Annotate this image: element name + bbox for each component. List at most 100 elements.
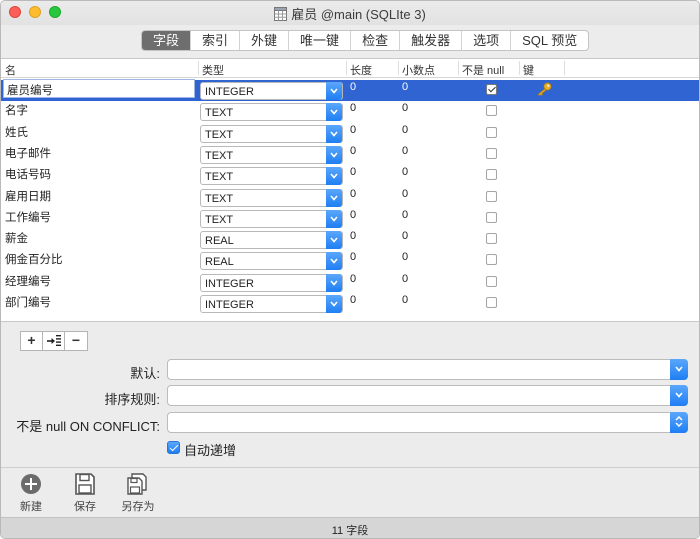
table-row[interactable]: 部门编号 INTEGER 0 0 (1, 293, 699, 314)
remove-field-button[interactable]: − (65, 332, 87, 350)
tab-options[interactable]: 选项 (462, 31, 512, 50)
column-header-key[interactable]: 键 (523, 62, 534, 78)
field-type-combobox[interactable]: TEXT (200, 209, 343, 228)
on-conflict-popup-button[interactable] (670, 412, 688, 433)
not-null-checkbox[interactable] (486, 233, 497, 245)
collation-combobox[interactable] (167, 385, 688, 406)
not-null-checkbox[interactable] (486, 254, 497, 266)
table-row[interactable]: 雇员编号 INTEGER 0 0 (1, 79, 699, 101)
collation-dropdown-button[interactable] (670, 385, 688, 406)
not-null-checkbox[interactable] (486, 190, 497, 202)
field-name[interactable]: 薪金 (5, 230, 28, 246)
field-decimals[interactable]: 0 (402, 102, 408, 114)
field-name[interactable]: 经理编号 (5, 273, 51, 289)
tab-sql-preview[interactable]: SQL 预览 (511, 31, 588, 50)
field-name[interactable]: 名字 (5, 102, 28, 118)
field-type-dropdown-button[interactable] (326, 252, 342, 271)
default-combobox[interactable] (167, 359, 688, 380)
column-divider[interactable] (458, 61, 459, 75)
table-row[interactable]: 姓氏 TEXT 0 0 (1, 123, 699, 144)
field-type-dropdown-button[interactable] (326, 209, 342, 228)
field-name[interactable]: 姓氏 (5, 124, 28, 140)
field-decimals[interactable]: 0 (402, 294, 408, 306)
save-button[interactable]: 保存 (67, 473, 103, 514)
save-as-button[interactable]: 另存为 (118, 473, 158, 514)
column-divider[interactable] (198, 61, 199, 75)
column-header-length[interactable]: 长度 (350, 62, 372, 78)
field-type-combobox[interactable]: REAL (200, 252, 343, 271)
table-row[interactable]: 佣金百分比 REAL 0 0 (1, 250, 699, 271)
field-type-combobox[interactable]: TEXT (200, 103, 343, 122)
field-type-dropdown-button[interactable] (326, 124, 342, 143)
column-divider[interactable] (398, 61, 399, 75)
field-decimals[interactable]: 0 (402, 251, 408, 263)
not-null-checkbox[interactable] (486, 275, 497, 287)
not-null-checkbox[interactable] (486, 84, 497, 95)
field-type-dropdown-button[interactable] (326, 145, 342, 164)
column-header-decimals[interactable]: 小数点 (402, 62, 435, 78)
new-button[interactable]: 新建 (13, 473, 49, 514)
field-decimals[interactable]: 0 (402, 81, 408, 93)
field-decimals[interactable]: 0 (402, 273, 408, 285)
field-length[interactable]: 0 (350, 273, 356, 285)
field-length[interactable]: 0 (350, 251, 356, 263)
table-row[interactable]: 薪金 REAL 0 0 (1, 229, 699, 250)
field-length[interactable]: 0 (350, 81, 356, 93)
field-decimals[interactable]: 0 (402, 188, 408, 200)
table-row[interactable]: 电话号码 TEXT 0 0 (1, 165, 699, 186)
field-type-dropdown-button[interactable] (326, 103, 342, 122)
field-name[interactable]: 雇用日期 (5, 188, 51, 204)
not-null-checkbox[interactable] (486, 211, 497, 223)
field-decimals[interactable]: 0 (402, 209, 408, 221)
not-null-checkbox[interactable] (486, 147, 497, 159)
title-bar[interactable]: 雇员 @main (SQLIte 3) (1, 1, 699, 25)
column-header-name[interactable]: 名 (5, 62, 16, 78)
tab-unique-keys[interactable]: 唯一键 (289, 31, 352, 50)
tab-indexes[interactable]: 索引 (191, 31, 241, 50)
field-type-combobox[interactable]: TEXT (200, 167, 343, 186)
field-decimals[interactable]: 0 (402, 124, 408, 136)
field-type-combobox[interactable]: TEXT (200, 188, 343, 207)
table-row[interactable]: 经理编号 INTEGER 0 0 (1, 272, 699, 293)
auto-increment-label[interactable]: 自动递增 (184, 440, 236, 459)
field-length[interactable]: 0 (350, 230, 356, 242)
not-null-checkbox[interactable] (486, 297, 497, 308)
field-type-combobox[interactable]: INTEGER (200, 82, 343, 100)
field-name[interactable]: 工作编号 (5, 209, 51, 225)
field-type-combobox[interactable]: INTEGER (200, 273, 343, 292)
field-type-dropdown-button[interactable] (326, 295, 342, 313)
field-type-combobox[interactable]: TEXT (200, 124, 343, 143)
field-type-dropdown-button[interactable] (326, 273, 342, 292)
auto-increment-checkbox[interactable] (167, 441, 180, 454)
not-null-checkbox[interactable] (486, 126, 497, 138)
field-name[interactable]: 部门编号 (5, 294, 51, 310)
tab-foreign-keys[interactable]: 外键 (240, 31, 290, 50)
field-type-dropdown-button[interactable] (326, 167, 342, 186)
table-row[interactable]: 名字 TEXT 0 0 (1, 101, 699, 122)
column-divider[interactable] (564, 61, 565, 75)
insert-field-button[interactable] (43, 332, 65, 350)
on-conflict-select[interactable] (167, 412, 688, 433)
field-length[interactable]: 0 (350, 209, 356, 221)
column-header-not-null[interactable]: 不是 null (462, 62, 504, 78)
field-type-combobox[interactable]: INTEGER (200, 295, 343, 313)
default-dropdown-button[interactable] (670, 359, 688, 380)
column-divider[interactable] (519, 61, 520, 75)
not-null-checkbox[interactable] (486, 105, 497, 117)
table-row[interactable]: 雇用日期 TEXT 0 0 (1, 187, 699, 208)
field-decimals[interactable]: 0 (402, 145, 408, 157)
not-null-checkbox[interactable] (486, 169, 497, 181)
field-decimals[interactable]: 0 (402, 230, 408, 242)
field-decimals[interactable]: 0 (402, 166, 408, 178)
field-length[interactable]: 0 (350, 188, 356, 200)
table-row[interactable]: 工作编号 TEXT 0 0 (1, 208, 699, 229)
field-type-dropdown-button[interactable] (326, 231, 342, 250)
table-row[interactable]: 电子邮件 TEXT 0 0 (1, 144, 699, 165)
field-length[interactable]: 0 (350, 166, 356, 178)
field-length[interactable]: 0 (350, 294, 356, 306)
field-name[interactable]: 佣金百分比 (5, 251, 63, 267)
field-type-dropdown-button[interactable] (326, 188, 342, 207)
tab-fields[interactable]: 字段 (142, 31, 192, 50)
field-type-combobox[interactable]: TEXT (200, 145, 343, 164)
tab-triggers[interactable]: 触发器 (400, 31, 463, 50)
